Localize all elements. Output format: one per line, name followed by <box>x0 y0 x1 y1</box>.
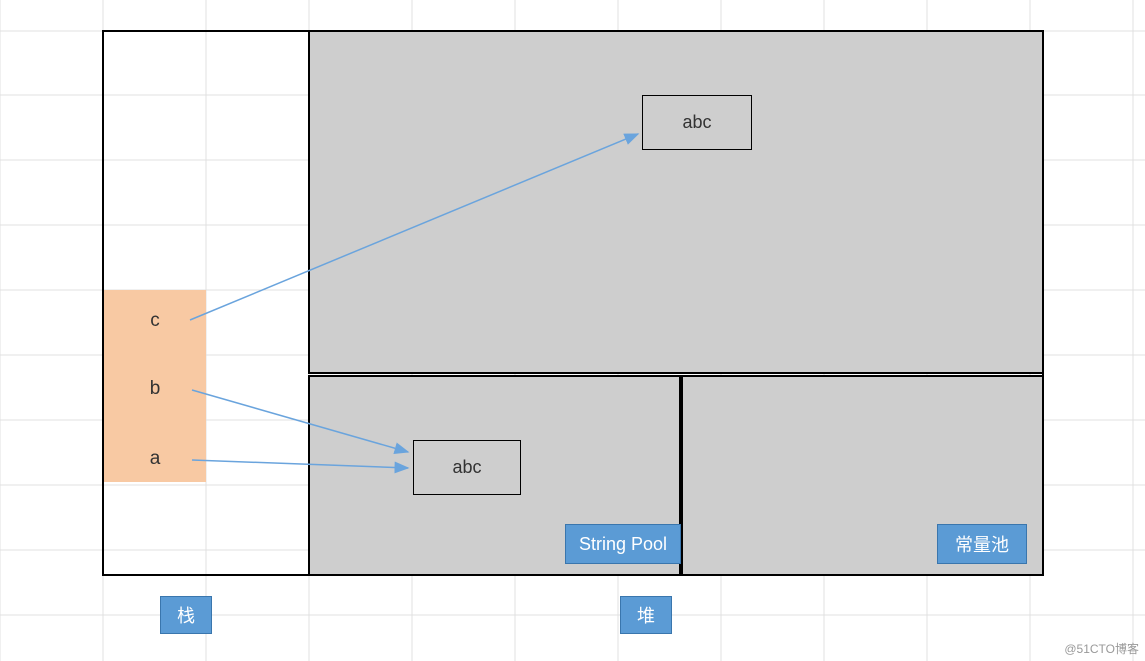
heap-region <box>308 30 1044 374</box>
heap-label-text: 堆 <box>637 602 655 628</box>
string-pool-entry-abc: abc <box>413 440 521 495</box>
stack-var-b: b <box>140 378 170 400</box>
watermark-text: @51CTO博客 <box>1064 640 1139 657</box>
string-pool-label-text: String Pool <box>579 534 667 555</box>
stack-var-c: c <box>140 310 170 332</box>
memory-diagram: abc abc c b a String Pool 常量池 栈 堆 <box>0 0 1145 661</box>
string-pool-entry-text: abc <box>452 457 481 478</box>
constant-pool-label: 常量池 <box>937 524 1027 564</box>
constant-pool-label-text: 常量池 <box>955 531 1009 557</box>
string-pool-label: String Pool <box>565 524 681 564</box>
heap-label: 堆 <box>620 596 672 634</box>
stack-label-text: 栈 <box>177 602 195 628</box>
stack-label: 栈 <box>160 596 212 634</box>
heap-object-abc: abc <box>642 95 752 150</box>
heap-object-abc-text: abc <box>682 112 711 133</box>
stack-var-a: a <box>140 448 170 470</box>
